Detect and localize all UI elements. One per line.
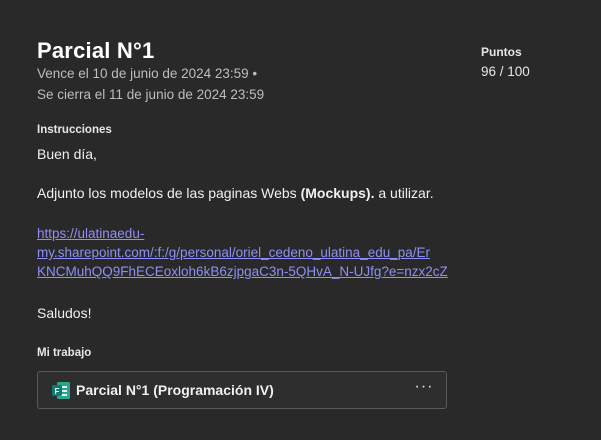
- link-line-1[interactable]: https://ulatinaedu-: [37, 224, 457, 243]
- file-name[interactable]: Parcial N°1 (Programación IV): [76, 382, 274, 398]
- instructions-farewell: Saludos!: [37, 305, 92, 321]
- more-options-button[interactable]: ···: [412, 376, 436, 402]
- sharepoint-link[interactable]: https://ulatinaedu- my.sharepoint.com/:f…: [37, 224, 457, 281]
- my-work-label: Mi trabajo: [37, 347, 92, 359]
- forms-icon: F: [52, 382, 70, 399]
- submission-file-card[interactable]: F Parcial N°1 (Programación IV) ···: [37, 371, 447, 409]
- svg-text:F: F: [55, 387, 60, 396]
- assignment-page: Parcial N°1 Vence el 10 de junio de 2024…: [0, 0, 601, 440]
- assignment-title: Parcial N°1: [37, 38, 155, 63]
- attach-prefix: Adjunto los modelos de las paginas Webs: [37, 185, 301, 201]
- points-value: 96 / 100: [481, 64, 530, 79]
- instructions-greeting: Buen día,: [37, 146, 97, 162]
- due-date: Vence el 10 de junio de 2024 23:59 •: [37, 66, 258, 81]
- link-line-2[interactable]: my.sharepoint.com/:f:/g/personal/oriel_c…: [37, 243, 457, 262]
- close-date: Se cierra el 11 de junio de 2024 23:59: [37, 87, 265, 102]
- link-line-3[interactable]: KNCMuhQQ9FhECEoxloh6kB6zjpgaC3n-5QHvA_N-…: [37, 262, 457, 281]
- attach-suffix: a utilizar.: [374, 185, 434, 201]
- attach-bold: (Mockups).: [300, 185, 375, 201]
- instructions-label: Instrucciones: [37, 124, 112, 136]
- points-label: Puntos: [481, 45, 522, 59]
- instructions-attach-text: Adjunto los modelos de las paginas Webs …: [37, 185, 434, 201]
